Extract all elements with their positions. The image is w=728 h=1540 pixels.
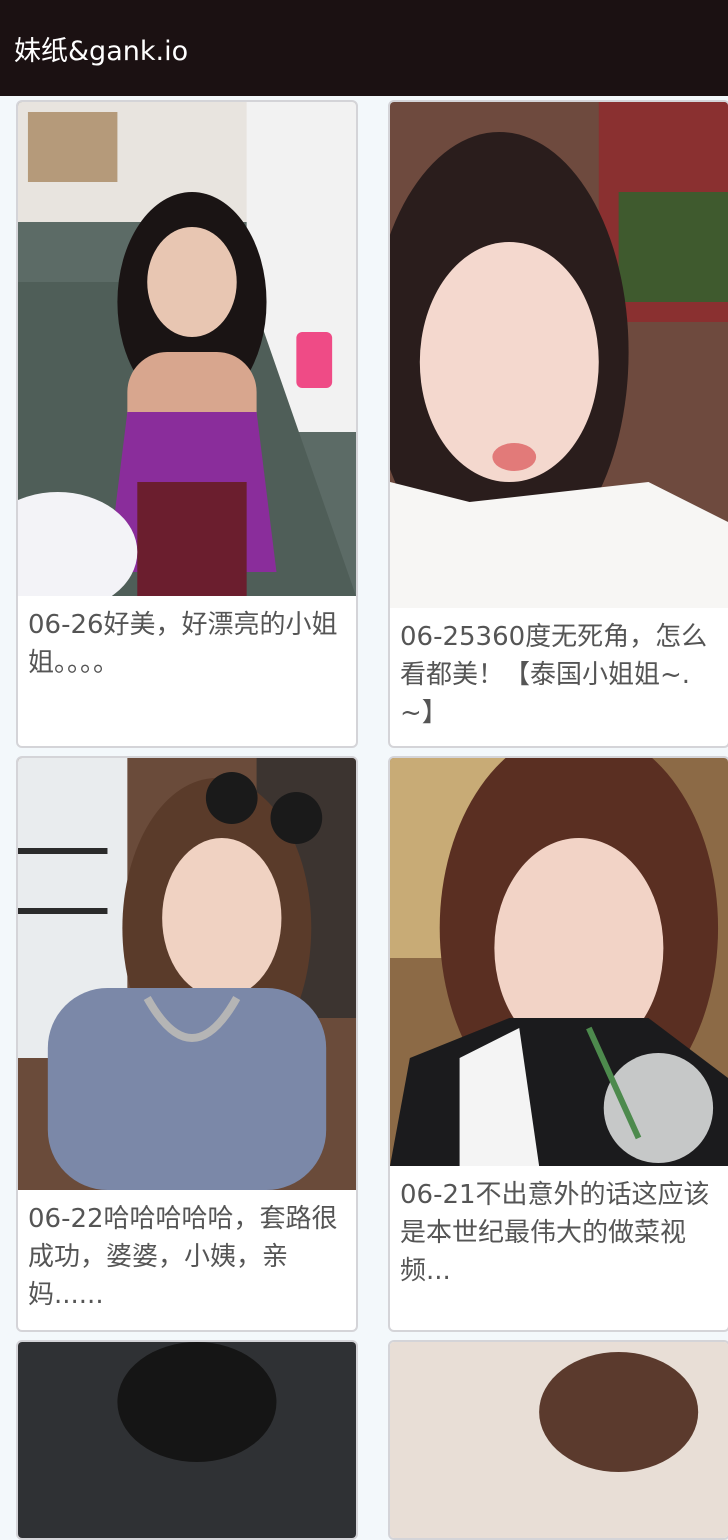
app-bar: 妹纸&gank.io xyxy=(0,0,728,96)
card-caption: 06-21不出意外的话这应该是本世纪最伟大的做菜视频... xyxy=(400,1180,710,1286)
photo-card[interactable] xyxy=(16,1340,358,1540)
app-title: 妹纸&gank.io xyxy=(14,35,189,67)
photo-card[interactable]: 06-21不出意外的话这应该是本世纪最伟大的做菜视频... xyxy=(388,756,728,1332)
card-photo[interactable] xyxy=(390,758,728,1166)
card-caption: 06-22哈哈哈哈哈，套路很成功，婆婆，小姨，亲妈...... xyxy=(28,1204,338,1310)
card-photo[interactable] xyxy=(18,1342,356,1538)
card-photo[interactable] xyxy=(18,758,356,1190)
card-photo[interactable] xyxy=(390,1342,728,1538)
card-photo[interactable] xyxy=(18,102,356,596)
card-caption: 06-26好美，好漂亮的小姐姐。。。。 xyxy=(28,610,338,678)
photo-card[interactable]: 06-22哈哈哈哈哈，套路很成功，婆婆，小姨，亲妈...... xyxy=(16,756,358,1332)
photo-card[interactable]: 06-26好美，好漂亮的小姐姐。。。。 xyxy=(16,100,358,748)
photo-card[interactable] xyxy=(388,1340,728,1540)
card-caption: 06-25360度无死角，怎么看都美！【泰国小姐姐~.~】 xyxy=(400,622,708,728)
card-photo[interactable] xyxy=(390,102,728,608)
photo-card[interactable]: 06-25360度无死角，怎么看都美！【泰国小姐姐~.~】 xyxy=(388,100,728,748)
